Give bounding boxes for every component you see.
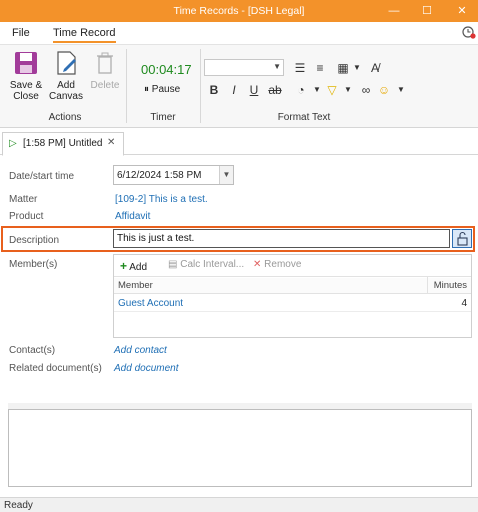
column-divider [427, 277, 428, 293]
document-tab-strip: ▷ [1:58 PM] Untitled ✕ [0, 128, 478, 156]
calculator-icon: ▤ [168, 259, 178, 270]
save-close-label: Save & Close [9, 80, 43, 102]
color-icon[interactable]: ◔ [293, 82, 309, 98]
related-documents-label: Related document(s) [9, 363, 102, 374]
bold-icon[interactable]: B [206, 82, 222, 98]
document-tab[interactable]: ▷ [1:58 PM] Untitled ✕ [2, 132, 124, 156]
date-time-picker[interactable]: 6/12/2024 1:58 PM ▼ [113, 165, 234, 185]
add-contact-link[interactable]: Add contact [114, 345, 167, 356]
remove-icon: ✕ [253, 259, 262, 270]
tab-file[interactable]: File [12, 27, 30, 39]
date-label: Date/start time [9, 171, 75, 182]
table-row[interactable]: Guest Account 4 [114, 295, 471, 312]
calc-interval-label: Calc Interval... [180, 259, 245, 270]
description-label: Description [9, 235, 60, 246]
minimize-button[interactable]: — [384, 3, 404, 19]
date-value: 6/12/2024 1:58 PM [117, 170, 202, 181]
minutes-column-header: Minutes [433, 280, 467, 291]
member-minutes: 4 [461, 298, 467, 309]
title-bar: Time Records - [DSH Legal] — ☐ ✕ [0, 0, 478, 22]
format-text-group-label: Format Text [277, 112, 331, 123]
maximize-button[interactable]: ☐ [417, 3, 437, 19]
status-bar: Ready [0, 497, 478, 512]
pause-icon: ⏸ [144, 84, 149, 95]
pause-button[interactable]: ⏸ Pause [144, 84, 180, 95]
calc-interval-button[interactable]: ▤ Calc Interval... [168, 259, 244, 270]
unlock-icon [457, 231, 468, 246]
underline-icon[interactable]: U [246, 82, 262, 98]
emoji-icon[interactable]: ☺ [376, 82, 392, 98]
product-link[interactable]: Affidavit [115, 211, 150, 222]
settings-clock-icon[interactable] [462, 25, 476, 39]
chevron-down-icon[interactable]: ▼ [219, 166, 233, 184]
add-member-label: Add [129, 262, 148, 273]
members-label: Member(s) [9, 259, 58, 270]
strikethrough-icon[interactable]: ab [267, 82, 283, 98]
menu-tabs: File Time Record [0, 22, 478, 44]
plus-icon: + [120, 259, 128, 273]
members-panel: + Add ▤ Calc Interval... ✕ Remove Member… [113, 254, 472, 338]
member-name[interactable]: Guest Account [118, 298, 183, 309]
contacts-label: Contact(s) [9, 345, 56, 356]
highlight-icon[interactable]: ▽ [324, 82, 340, 98]
timer-group-label: Timer [150, 112, 176, 123]
remove-member-label: Remove [264, 259, 302, 270]
add-document-link[interactable]: Add document [114, 363, 179, 374]
canvas-icon [52, 49, 80, 77]
clear-format-icon[interactable]: A̸ [367, 60, 383, 76]
bullets-icon[interactable]: ☰ [292, 60, 308, 76]
pause-label: Pause [151, 84, 181, 95]
save-icon [12, 49, 40, 77]
add-canvas-label: Add Canvas [49, 80, 83, 102]
description-input[interactable]: This is just a test. [113, 229, 450, 248]
link-icon[interactable]: ∞ [358, 82, 374, 98]
chevron-down-icon[interactable]: ▼ [340, 82, 356, 98]
delete-button[interactable]: Delete [85, 49, 125, 91]
add-canvas-button[interactable]: Add Canvas [46, 49, 86, 102]
matter-link[interactable]: [109-2] This is a test. [115, 194, 208, 205]
members-header: Member Minutes [114, 277, 471, 294]
timer-display: 00:04:17 [141, 62, 192, 77]
close-tab-icon[interactable]: ✕ [107, 137, 115, 148]
trash-icon [91, 49, 119, 77]
members-toolbar: + Add ▤ Calc Interval... ✕ Remove [114, 255, 471, 277]
unlock-button[interactable] [452, 229, 472, 248]
add-member-button[interactable]: + Add [120, 259, 147, 273]
window-title: Time Records - [DSH Legal] [173, 5, 305, 17]
chevron-down-icon[interactable]: ▼ [309, 82, 325, 98]
chevron-down-icon: ▼ [273, 62, 281, 71]
chevron-down-icon[interactable]: ▼ [349, 60, 365, 76]
actions-group-label: Actions [48, 112, 82, 123]
remove-member-button[interactable]: ✕ Remove [253, 259, 301, 270]
tab-time-record[interactable]: Time Record [53, 27, 116, 43]
member-column-header: Member [118, 280, 153, 291]
font-combo[interactable]: ▼ [204, 59, 284, 76]
ribbon-divider [200, 49, 201, 123]
matter-label: Matter [9, 194, 38, 205]
numbering-icon[interactable]: ≡ [312, 60, 328, 76]
close-button[interactable]: ✕ [452, 3, 472, 19]
chevron-down-icon[interactable]: ▼ [393, 82, 409, 98]
document-tab-label: [1:58 PM] Untitled [23, 138, 103, 149]
ribbon: Save & Close Add Canvas Delete Actions 0… [0, 44, 478, 128]
status-text: Ready [4, 500, 33, 511]
product-label: Product [9, 211, 44, 222]
italic-icon[interactable]: I [226, 82, 242, 98]
ribbon-divider [126, 49, 127, 123]
description-value: This is just a test. [117, 233, 195, 244]
delete-label: Delete [90, 80, 120, 91]
notes-editor[interactable] [8, 409, 472, 487]
play-icon: ▷ [9, 138, 17, 149]
save-close-button[interactable]: Save & Close [6, 49, 46, 102]
